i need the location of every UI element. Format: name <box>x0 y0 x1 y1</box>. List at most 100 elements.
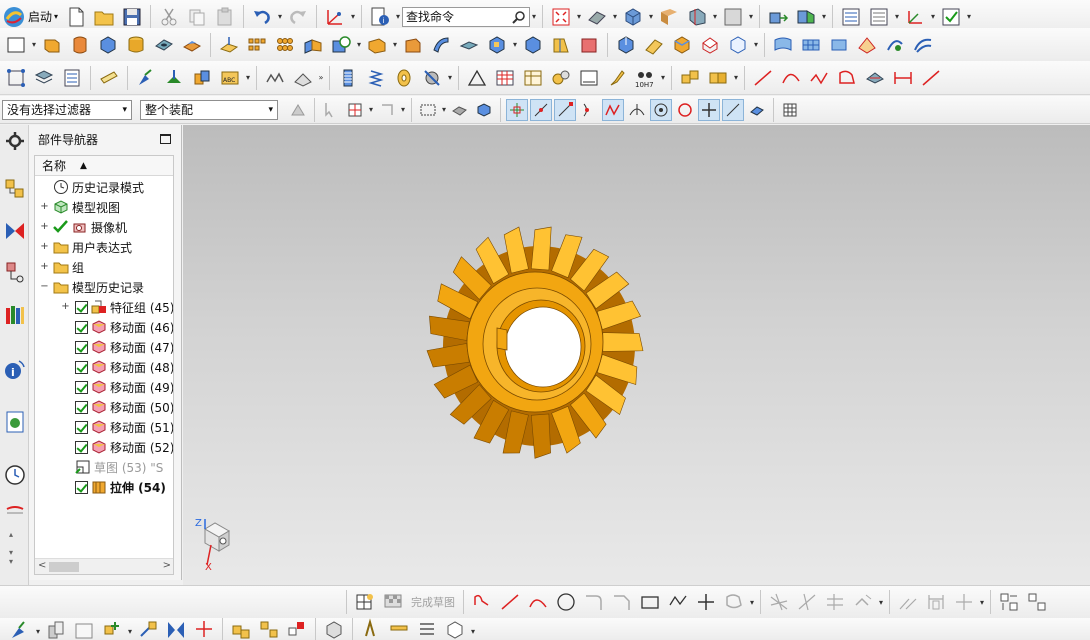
move-face-button[interactable] <box>613 32 639 58</box>
edge-blend-button[interactable] <box>364 32 390 58</box>
visibility-checkbox[interactable] <box>75 420 88 434</box>
expand-icon[interactable]: + <box>40 201 49 212</box>
cut-button[interactable] <box>156 4 182 30</box>
spring-button[interactable] <box>363 65 389 91</box>
finish-sketch-flag-button[interactable] <box>380 589 406 615</box>
hd3d-tools-tab[interactable]: i <box>2 355 27 383</box>
add-component-button[interactable] <box>161 65 187 91</box>
trim-body-button[interactable] <box>576 32 602 58</box>
finish-sketch-label[interactable]: 完成草图 <box>411 594 455 610</box>
visibility-checkbox[interactable] <box>75 480 88 494</box>
revolve-button[interactable] <box>67 32 93 58</box>
scroll-left-icon[interactable]: < <box>38 560 46 571</box>
line-button[interactable] <box>750 65 776 91</box>
offset-tool-button[interactable] <box>721 589 747 615</box>
text-button[interactable]: ABC <box>217 65 243 91</box>
snap-existing-point-button[interactable] <box>698 98 720 121</box>
polygon-tool-button[interactable] <box>665 589 691 615</box>
snap-arc-center-button[interactable] <box>602 98 624 121</box>
tree-node-move-face[interactable]: 移动面 (48) <box>35 357 173 377</box>
wave-geometry-button[interactable] <box>228 618 254 640</box>
feature-table-button[interactable] <box>520 65 546 91</box>
constraint-dropdown[interactable]: ▾ <box>877 589 885 615</box>
point-set-button[interactable] <box>3 65 29 91</box>
draft-button[interactable] <box>548 32 574 58</box>
tree-node-user-expressions[interactable]: + 用户表达式 <box>35 237 173 257</box>
emboss-button[interactable] <box>262 65 288 91</box>
circular-pattern-button[interactable] <box>272 32 298 58</box>
sketch-settings-button[interactable] <box>996 589 1022 615</box>
delete-face-button[interactable] <box>697 32 723 58</box>
selection-scope-select[interactable]: 整个装配 ▾ <box>140 99 278 120</box>
mirror-assembly-button[interactable] <box>163 618 189 640</box>
tree-node-move-face[interactable]: 移动面 (52) <box>35 437 173 457</box>
sequence-button[interactable] <box>414 618 440 640</box>
assembly-constraint-button[interactable] <box>133 65 159 91</box>
constraint-button[interactable] <box>850 589 876 615</box>
background-button[interactable] <box>656 4 682 30</box>
library-dropdown[interactable]: ▾ <box>732 65 740 91</box>
shaded-view-dropdown[interactable]: ▾ <box>647 4 655 30</box>
expand-icon[interactable]: + <box>40 261 49 272</box>
new-component-button[interactable] <box>99 618 125 640</box>
sketch-button[interactable] <box>3 32 29 58</box>
snap-point-on-face-button[interactable] <box>746 99 768 121</box>
hole-button[interactable] <box>151 32 177 58</box>
wcs-dropdown[interactable]: ▾ <box>349 4 357 30</box>
subtract-dropdown[interactable]: ▾ <box>355 32 363 58</box>
resource-bar-more[interactable]: ▴ ▾ ▾ <box>9 530 13 566</box>
wcs-orient-button[interactable] <box>902 4 928 30</box>
offset-dropdown[interactable]: ▾ <box>748 589 756 615</box>
studio-spline-button[interactable] <box>806 65 832 91</box>
snap-mid-point-button[interactable] <box>530 98 552 121</box>
unite-button[interactable] <box>300 32 326 58</box>
standard-parts-button[interactable] <box>677 65 703 91</box>
wcs-orient-dropdown[interactable]: ▾ <box>929 4 937 30</box>
offset-face-button[interactable] <box>520 32 546 58</box>
maximize-icon[interactable] <box>160 134 171 144</box>
check-dropdown[interactable]: ▾ <box>965 4 973 30</box>
profile-tool-button[interactable] <box>469 589 495 615</box>
show-hide-dropdown[interactable]: ▾ <box>820 4 828 30</box>
more-dropdown[interactable]: » <box>317 65 325 91</box>
fit-view-dropdown[interactable]: ▾ <box>575 4 583 30</box>
studio-surface-button[interactable] <box>854 32 880 58</box>
snap-control-point-button[interactable] <box>554 98 576 121</box>
tree-node-move-face[interactable]: 移动面 (50) <box>35 397 173 417</box>
assembly-constraints-button[interactable] <box>7 618 33 640</box>
graphics-window[interactable]: Z X <box>183 125 1090 585</box>
intersect-curve-button[interactable] <box>890 65 916 91</box>
expand-icon[interactable]: + <box>40 221 49 232</box>
rectangle-select-button[interactable] <box>417 99 439 121</box>
layer-visibility-button[interactable] <box>866 4 892 30</box>
check-button[interactable] <box>938 4 964 30</box>
layer-dropdown[interactable]: ▾ <box>893 4 901 30</box>
paste-button[interactable] <box>212 4 238 30</box>
constraint-navigator-tab[interactable] <box>2 217 27 245</box>
extrude-button[interactable] <box>39 32 65 58</box>
thread-button[interactable] <box>335 65 361 91</box>
mesh-surface-button[interactable] <box>798 32 824 58</box>
subtract-button[interactable] <box>328 32 354 58</box>
n-sided-surface-button[interactable] <box>826 32 852 58</box>
tolerance-dropdown[interactable]: ▾ <box>659 65 667 91</box>
select-components-button[interactable] <box>376 99 398 121</box>
undo-button[interactable] <box>249 4 275 30</box>
component-properties-button[interactable] <box>43 618 69 640</box>
section-view-dropdown[interactable]: ▾ <box>711 4 719 30</box>
expand-icon[interactable]: + <box>61 301 70 312</box>
shaded-view-button[interactable] <box>620 4 646 30</box>
project-curve-button[interactable] <box>862 65 888 91</box>
tree-node-history-mode[interactable]: 历史记录模式 <box>35 177 173 197</box>
select-feature-button[interactable] <box>320 99 342 121</box>
point-tool-button[interactable] <box>693 589 719 615</box>
quick-extend-button[interactable] <box>794 589 820 615</box>
sketch-dropdown[interactable]: ▾ <box>30 32 38 58</box>
continuous-dimension-button[interactable] <box>951 589 977 615</box>
reuse-library-button[interactable] <box>705 65 731 91</box>
table-button[interactable] <box>492 65 518 91</box>
type-filter-select[interactable]: 没有选择过滤器 ▾ <box>2 99 132 120</box>
layer-settings-button[interactable] <box>838 4 864 30</box>
snap-end-point-button[interactable] <box>506 98 528 121</box>
tree-node-cameras[interactable]: + 摄像机 <box>35 217 173 237</box>
